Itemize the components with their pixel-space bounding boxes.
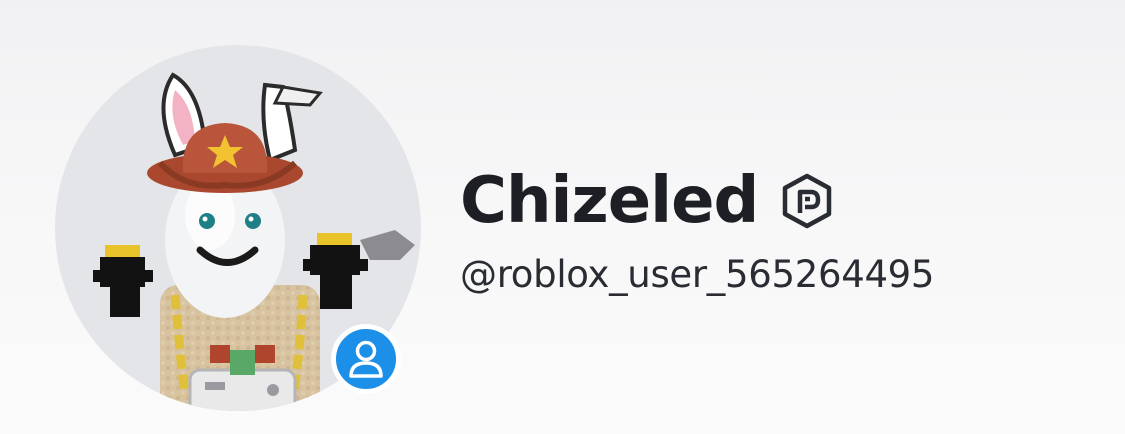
presence-badge [331,324,401,394]
user-presence-icon [349,340,383,378]
premium-shield-icon [778,172,836,230]
display-name: Chizeled [460,164,759,238]
profile-header: Chizeled @roblox_user_565264495 [0,0,1125,434]
avatar-container[interactable] [55,45,421,411]
profile-identity: Chizeled @roblox_user_565264495 [460,160,934,293]
username: @roblox_user_565264495 [460,253,935,296]
name-row: Chizeled [460,160,934,242]
